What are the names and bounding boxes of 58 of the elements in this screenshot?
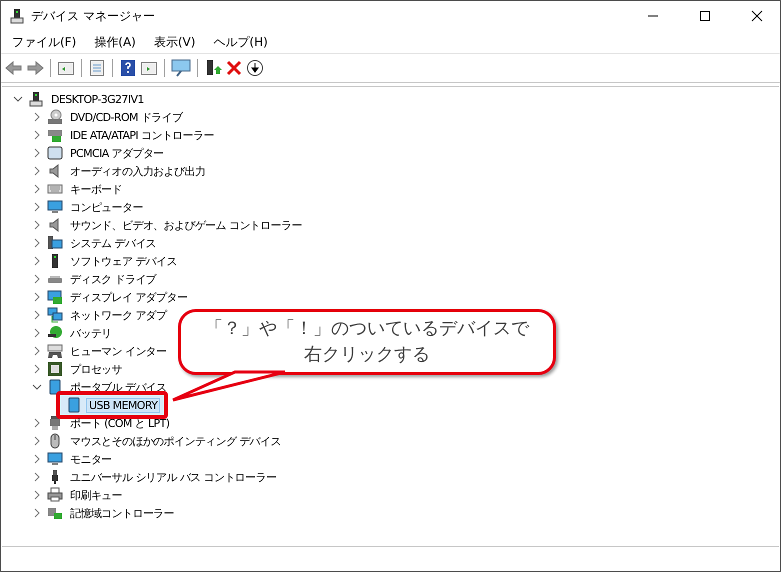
tree-item[interactable]: ユニバーサル シリアル バス コントローラー [67,468,280,486]
tree-item[interactable]: コンピューター [67,198,146,216]
app-icon [9,8,25,24]
tablet-icon [47,379,63,395]
update-driver-icon[interactable] [204,59,222,77]
disc-drive-icon [47,109,63,125]
tree-item[interactable]: ネットワーク アダプ [67,306,170,324]
panel-icon[interactable] [57,59,75,77]
menu-item[interactable]: 表示(V) [144,32,204,52]
monitor-icon [47,199,63,215]
storage-icon [47,505,63,521]
network-icon [47,307,63,323]
port-icon [47,415,63,431]
tree-item[interactable]: 印刷キュー [67,486,126,504]
tree-item[interactable]: キーボード [67,180,126,198]
gamepad-icon [47,343,63,359]
tree-item[interactable]: ディスプレイ アダプター [67,288,190,306]
callout-text: 右クリックする [304,343,430,367]
properties-icon[interactable] [88,59,106,77]
tree-item[interactable]: マウスとそのほかのポインティング デバイス [67,432,284,450]
tree-item[interactable]: ディスク ドライブ [67,270,160,288]
tree-item[interactable]: システム デバイス [67,234,160,252]
tablet-icon [66,397,82,413]
computer-icon [28,91,44,107]
tree-item[interactable]: USB MEMORY [86,398,160,412]
tree-item[interactable]: PCMCIA アダプター [67,144,167,162]
help-icon[interactable] [119,59,137,77]
download-icon[interactable] [246,59,264,77]
panel-icon[interactable] [140,59,158,77]
tree-item[interactable]: ヒューマン インター [67,342,170,360]
scan-monitor-icon[interactable] [171,59,191,77]
controller-card-icon [47,127,63,143]
tree-item[interactable]: DESKTOP-3G27IV1 [48,92,147,106]
tree-item[interactable]: ポート (COM と LPT) [67,414,172,432]
menu-item[interactable]: ヘルプ(H) [204,32,277,52]
chip-icon [47,361,63,377]
menu-item[interactable]: ファイル(F) [3,32,86,52]
printer-icon [47,487,63,503]
tree-item[interactable]: 記憶域コントローラー [67,504,178,522]
display-card-icon [47,289,63,305]
tree-item[interactable]: モニター [67,450,115,468]
delete-icon[interactable] [225,59,243,77]
tree-item[interactable]: プロセッサ [67,360,126,378]
system-icon [47,235,63,251]
card-icon [47,145,63,161]
tree-item[interactable]: IDE ATA/ATAPI コントローラー [67,126,217,144]
tree-item[interactable]: バッテリ [67,324,115,342]
back-icon[interactable] [5,59,23,77]
tree-item[interactable]: サウンド、ビデオ、およびゲーム コントローラー [67,216,305,234]
tree-item[interactable]: オーディオの入力および出力 [67,162,208,180]
callout-text: 「？」や「！」のついているデバイスで [205,317,529,341]
monitor-icon [47,451,63,467]
battery-icon [47,325,63,341]
menu-item[interactable]: 操作(A) [85,32,145,52]
tree-item[interactable]: ソフトウェア デバイス [67,252,180,270]
window-title: デバイス マネージャー [31,8,156,24]
tree-item[interactable]: DVD/CD-ROM ドライブ [67,108,186,126]
forward-icon[interactable] [26,59,44,77]
